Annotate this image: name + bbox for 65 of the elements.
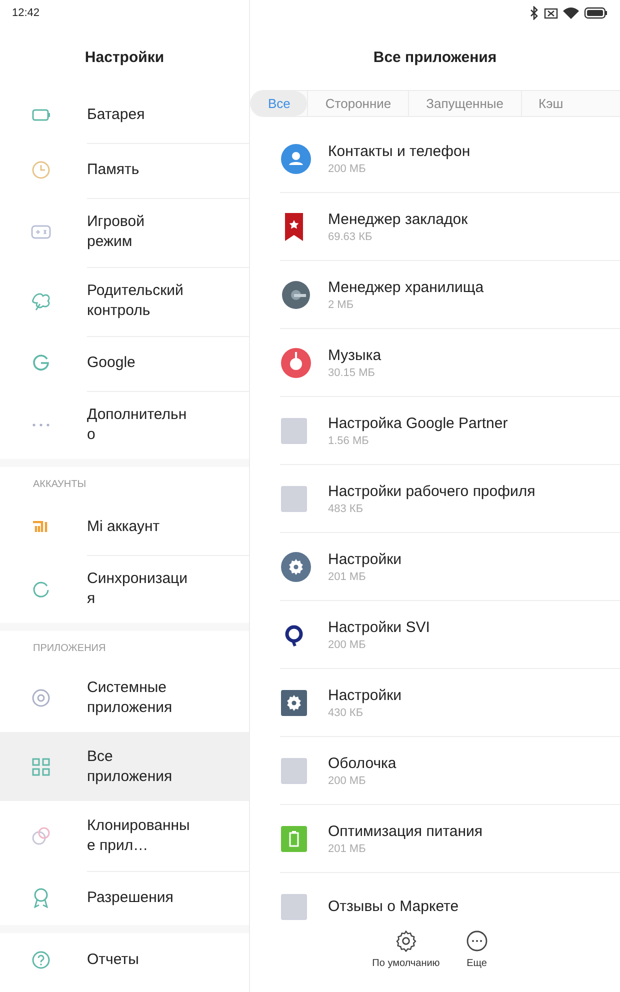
battery-icon bbox=[30, 108, 50, 122]
clock-icon bbox=[30, 160, 50, 180]
pane-title: Настройки bbox=[84, 48, 164, 68]
more-icon bbox=[466, 930, 488, 952]
app-name[interactable]: Настройки рабочего профиля bbox=[328, 482, 536, 500]
bluetooth-icon bbox=[529, 6, 539, 20]
section-header: АККАУНТЫ bbox=[32, 478, 88, 492]
app-name[interactable]: Оптимизация питания bbox=[328, 822, 483, 840]
target-icon bbox=[30, 688, 50, 708]
app-size: 30.15 МБ bbox=[328, 366, 376, 378]
logo-icon bbox=[32, 521, 50, 533]
sidebar-item[interactable]: Батарея bbox=[0, 88, 249, 142]
section-header: ПРИЛОЖЕНИЯ bbox=[32, 642, 107, 656]
app-icon bbox=[280, 416, 308, 444]
app-size: 200 МБ bbox=[328, 638, 367, 650]
app-size: 1.56 МБ bbox=[328, 434, 370, 446]
app-size: 69.63 КБ bbox=[328, 230, 374, 242]
app-size: 200 МБ bbox=[328, 162, 367, 174]
music-icon bbox=[280, 346, 312, 378]
sim-icon bbox=[544, 8, 558, 18]
app-size: 201 МБ bbox=[328, 842, 367, 854]
app-size: 2 МБ bbox=[328, 298, 355, 310]
battery-icon bbox=[280, 824, 308, 852]
pane-title: Все приложения bbox=[373, 48, 497, 68]
person-icon bbox=[280, 142, 312, 174]
app-name[interactable]: Настройки SVI bbox=[328, 618, 430, 636]
app-name[interactable]: Музыка bbox=[328, 346, 382, 364]
settings-icon bbox=[394, 930, 417, 952]
rings-icon bbox=[30, 826, 50, 846]
sync-icon bbox=[30, 579, 50, 599]
app-name[interactable]: Оболочка bbox=[328, 754, 396, 772]
sidebar-item[interactable]: Клонированные прил… bbox=[0, 801, 249, 870]
app-icon bbox=[280, 892, 308, 920]
app-size: 200 МБ bbox=[328, 774, 367, 786]
app-name[interactable]: Менеджер закладок bbox=[328, 210, 468, 228]
disk-icon bbox=[280, 278, 312, 310]
app-name[interactable]: Менеджер хранилища bbox=[328, 278, 484, 296]
sidebar-item[interactable]: Отчеты bbox=[0, 933, 249, 987]
ribbon-icon bbox=[32, 888, 50, 908]
app-icon bbox=[280, 756, 308, 784]
app-name[interactable]: Настройки bbox=[328, 550, 402, 568]
help-icon bbox=[30, 950, 50, 970]
app-icon bbox=[280, 484, 308, 512]
gear-icon bbox=[280, 550, 312, 582]
wifi-icon bbox=[563, 7, 579, 19]
battery-icon bbox=[584, 7, 608, 19]
toolbar-button[interactable]: Еще bbox=[462, 922, 492, 992]
toolbar-button[interactable]: По умолчанию bbox=[368, 922, 444, 992]
gamepad-icon bbox=[30, 224, 50, 240]
app-name[interactable]: Контакты и телефон bbox=[328, 142, 470, 160]
sidebar-item[interactable]: Все приложения bbox=[0, 732, 249, 801]
sidebar-item[interactable]: Системные приложения bbox=[0, 664, 249, 732]
sidebar-item[interactable]: Mi аккаунт bbox=[0, 500, 249, 554]
app-name[interactable]: Настройки bbox=[328, 686, 402, 704]
gear-icon bbox=[280, 688, 308, 716]
grid-icon bbox=[32, 758, 50, 776]
status-time: 12:42 bbox=[12, 7, 40, 19]
app-size: 201 МБ bbox=[328, 570, 367, 582]
leaf-icon bbox=[30, 290, 52, 312]
more-icon bbox=[30, 422, 50, 428]
arc-icon bbox=[32, 354, 50, 372]
app-name[interactable]: Отзывы о Маркете bbox=[328, 898, 459, 915]
app-size: 430 КБ bbox=[328, 706, 364, 718]
app-name[interactable]: Настройка Google Partner bbox=[328, 414, 508, 432]
app-size: 483 КБ bbox=[328, 502, 364, 514]
